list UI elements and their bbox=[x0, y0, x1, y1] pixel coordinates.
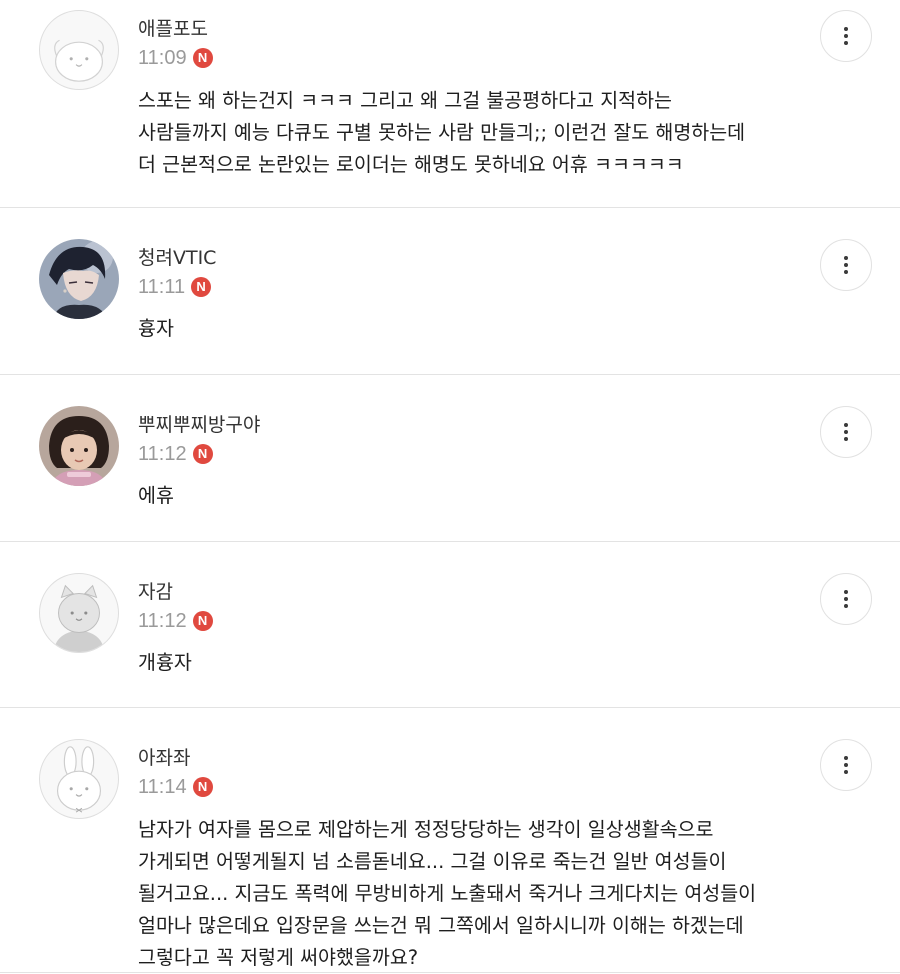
comment-text-line: 남자가 여자를 몸으로 제압하는게 정정당당하는 생각이 일상생활속으로 bbox=[138, 818, 714, 841]
comment-text: 스포는 왜 하는건지 ㅋㅋㅋ 그리고 왜 그걸 불공평하다고 지적하는 사람들까… bbox=[138, 85, 838, 181]
comment-nickname[interactable]: 자감 bbox=[138, 580, 173, 604]
comment-nickname[interactable]: 청려VTIC bbox=[138, 246, 216, 270]
comment-text: 에휴 bbox=[138, 480, 838, 512]
comment-text-line: 개흉자 bbox=[138, 651, 192, 674]
comment-text-line: 될거고요... 지금도 폭력에 무방비하게 노출돼서 죽거나 크게다치는 여성들… bbox=[138, 882, 757, 905]
comment-meta: 11:11 N bbox=[138, 274, 212, 300]
anime-character-avatar[interactable] bbox=[39, 239, 119, 319]
more-vertical-icon bbox=[844, 756, 848, 774]
more-options-button[interactable] bbox=[820, 739, 872, 791]
new-badge-icon: N bbox=[191, 277, 212, 297]
new-badge-icon: N bbox=[192, 444, 213, 464]
comment-meta: 11:09 N bbox=[138, 45, 213, 71]
rabbit-avatar-icon[interactable] bbox=[39, 739, 119, 819]
comment-text: 흉자 bbox=[138, 313, 838, 345]
comment-time: 11:11 bbox=[138, 276, 186, 298]
comment-text-line: 얼마나 많은데요 입장문을 쓰는건 뭐 그쪽에서 일하시니까 이해는 하겠는데 bbox=[138, 914, 744, 937]
comment-text-line: 그렇다고 꼭 저렇게 써야했을까요? bbox=[138, 946, 419, 969]
comment-text-line: 흉자 bbox=[138, 317, 174, 340]
more-vertical-icon bbox=[844, 27, 848, 45]
comment-item: 청려VTIC 11:11 N 흉자 bbox=[0, 208, 900, 375]
comment-nickname[interactable]: 아좌좌 bbox=[138, 746, 190, 770]
comment-time: 11:14 bbox=[138, 776, 187, 798]
more-options-button[interactable] bbox=[820, 406, 872, 458]
comment-time: 11:12 bbox=[138, 610, 187, 632]
comment-time: 11:12 bbox=[138, 443, 187, 465]
comment-item: 애플포도 11:09 N 스포는 왜 하는건지 ㅋㅋㅋ 그리고 왜 그걸 불공평… bbox=[0, 0, 900, 208]
new-badge-icon: N bbox=[192, 611, 213, 631]
comment-text-line: 스포는 왜 하는건지 ㅋㅋㅋ 그리고 왜 그걸 불공평하다고 지적하는 bbox=[138, 89, 672, 112]
comment-item: 자감 11:12 N 개흉자 bbox=[0, 542, 900, 708]
comment-text-line: 더 근본적으로 논란있는 로이더는 해명도 못하네요 어휴 ㅋㅋㅋㅋㅋ bbox=[138, 153, 684, 176]
more-options-button[interactable] bbox=[820, 239, 872, 291]
comment-text-line: 에휴 bbox=[138, 484, 174, 507]
comment-text-line: 가게되면 어떻게될지 넘 소름돋네요... 그걸 이유로 죽는건 일반 여성들이 bbox=[138, 850, 727, 873]
more-options-button[interactable] bbox=[820, 10, 872, 62]
comment-item: 아좌좌 11:14 N 남자가 여자를 몸으로 제압하는게 정정당당하는 생각이… bbox=[0, 708, 900, 973]
more-vertical-icon bbox=[844, 256, 848, 274]
comment-nickname[interactable]: 뿌찌뿌찌방구야 bbox=[138, 413, 260, 437]
comment-time: 11:09 bbox=[138, 47, 187, 69]
comment-meta: 11:12 N bbox=[138, 608, 213, 634]
new-badge-icon: N bbox=[192, 777, 213, 797]
puppy-avatar-icon[interactable] bbox=[39, 10, 119, 90]
comment-text: 개흉자 bbox=[138, 647, 838, 679]
comment-text-line: 사람들까지 예능 다큐도 구별 못하는 사람 만들긔;; 이런건 잘도 해명하는… bbox=[138, 121, 746, 144]
cat-avatar-icon[interactable] bbox=[39, 573, 119, 653]
comment-meta: 11:12 N bbox=[138, 441, 213, 467]
more-vertical-icon bbox=[844, 590, 848, 608]
more-vertical-icon bbox=[844, 423, 848, 441]
comment-meta: 11:14 N bbox=[138, 774, 213, 800]
comment-item: 뿌찌뿌찌방구야 11:12 N 에휴 bbox=[0, 375, 900, 542]
comment-nickname[interactable]: 애플포도 bbox=[138, 17, 208, 41]
more-options-button[interactable] bbox=[820, 573, 872, 625]
child-photo-avatar[interactable] bbox=[39, 406, 119, 486]
new-badge-icon: N bbox=[192, 48, 213, 68]
comment-text: 남자가 여자를 몸으로 제압하는게 정정당당하는 생각이 일상생활속으로 가게되… bbox=[138, 814, 838, 974]
